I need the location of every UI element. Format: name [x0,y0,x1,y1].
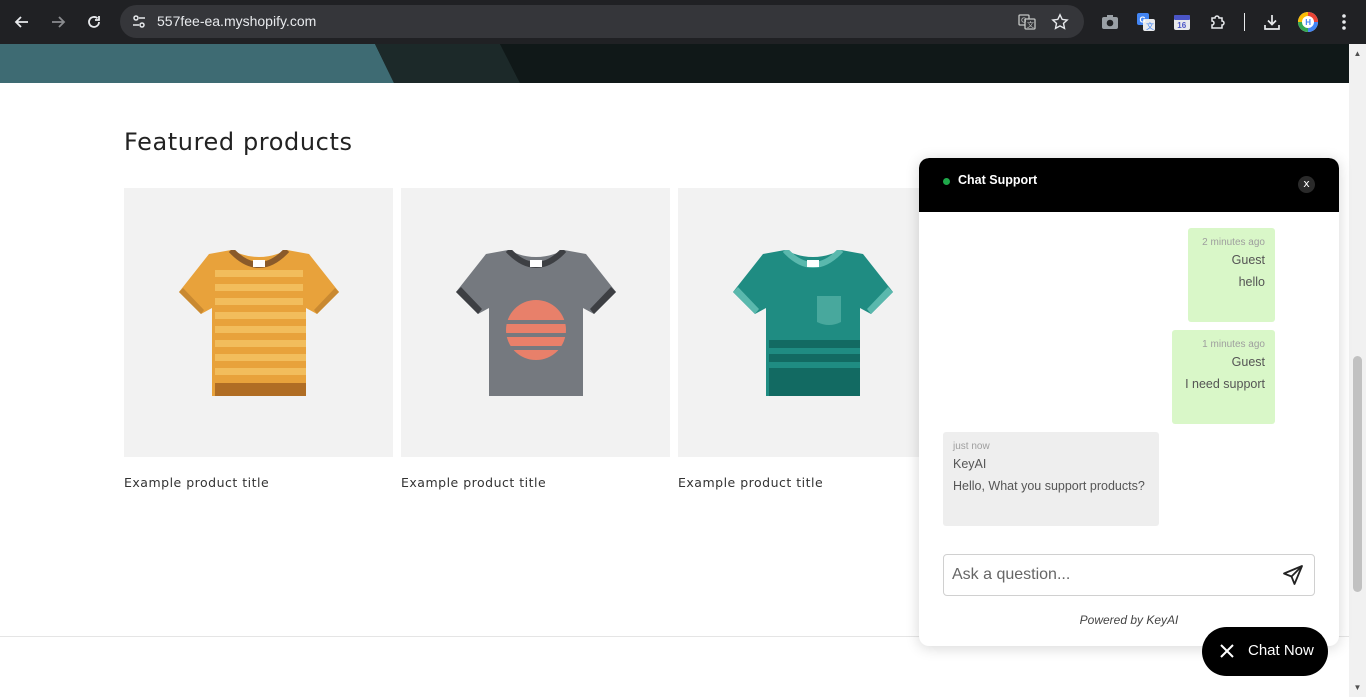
bookmark-star-icon[interactable] [1050,12,1070,32]
svg-text:16: 16 [1177,21,1186,30]
chat-widget: Chat Support x 2 minutes ago Guest hello… [919,158,1339,646]
gray-tshirt-icon [455,249,616,396]
chat-input-box [943,554,1315,596]
close-icon [1220,644,1234,658]
online-status-icon [943,178,950,185]
svg-text:G: G [1140,16,1146,25]
product-card[interactable]: Example product title [124,188,393,490]
message-text: hello [1238,275,1265,289]
product-title[interactable]: Example product title [124,475,393,490]
message-sender: Guest [1231,253,1265,267]
google-translate-extension-icon[interactable]: G文 [1135,11,1157,33]
back-icon[interactable] [9,9,35,35]
chat-message-bot: just now KeyAI Hello, What you support p… [943,432,1159,526]
translate-icon[interactable]: 文G [1017,12,1037,32]
chat-header: Chat Support x [919,158,1339,212]
chat-now-label: Chat Now [1248,642,1314,659]
svg-text:G: G [1021,17,1026,25]
reload-icon[interactable] [81,9,107,35]
message-time: 1 minutes ago [1202,339,1265,350]
forward-icon[interactable] [45,9,71,35]
svg-text:文: 文 [1146,21,1154,31]
message-text: I need support [1185,377,1265,391]
extensions-puzzle-icon[interactable] [1207,11,1229,33]
product-image[interactable] [124,188,393,457]
scroll-thumb[interactable] [1353,356,1362,592]
hero-banner-bottom [0,44,1349,83]
scroll-down-icon[interactable]: ▼ [1353,684,1362,692]
product-image[interactable] [678,188,947,457]
menu-kebab-icon[interactable] [1333,11,1355,33]
svg-text:文: 文 [1027,20,1034,29]
message-sender: KeyAI [953,457,987,471]
message-sender: Guest [1231,355,1265,369]
chat-message-user: 1 minutes ago Guest I need support [1172,330,1275,424]
powered-by-text: Powered by KeyAI [1079,613,1179,627]
screenshot-icon[interactable] [1099,11,1121,33]
message-time: just now [953,441,990,452]
question-input[interactable] [952,564,1272,586]
calendar-extension-icon[interactable]: 16 [1171,11,1193,33]
product-title[interactable]: Example product title [401,475,670,490]
browser-toolbar: 557fee-ea.myshopify.com 文G G文 16 H [0,0,1366,44]
section-title: Featured products [124,128,353,156]
toolbar-divider [1244,13,1245,31]
page-scrollbar[interactable]: ▲ ▼ [1349,44,1366,697]
message-time: 2 minutes ago [1202,237,1265,248]
chat-message-user: 2 minutes ago Guest hello [1188,228,1275,322]
chat-now-button[interactable]: Chat Now [1202,627,1328,676]
product-title[interactable]: Example product title [678,475,947,490]
close-chat-button[interactable]: x [1298,176,1315,193]
teal-tshirt-icon [732,249,893,396]
url-text[interactable]: 557fee-ea.myshopify.com [157,13,316,29]
chat-title: Chat Support [958,173,1038,187]
address-bar[interactable]: 557fee-ea.myshopify.com 文G [120,5,1084,38]
scroll-up-icon[interactable]: ▲ [1353,50,1362,58]
product-image[interactable] [401,188,670,457]
product-card[interactable]: Example product title [401,188,670,490]
send-icon[interactable] [1282,564,1304,586]
download-icon[interactable] [1261,11,1283,33]
striped-tshirt-icon [178,249,339,396]
message-text: Hello, What you support products? [953,479,1145,493]
product-card[interactable]: Example product title [678,188,947,490]
profile-avatar-icon[interactable]: H [1297,11,1319,33]
svg-text:H: H [1305,18,1311,27]
site-info-icon[interactable] [130,13,148,31]
